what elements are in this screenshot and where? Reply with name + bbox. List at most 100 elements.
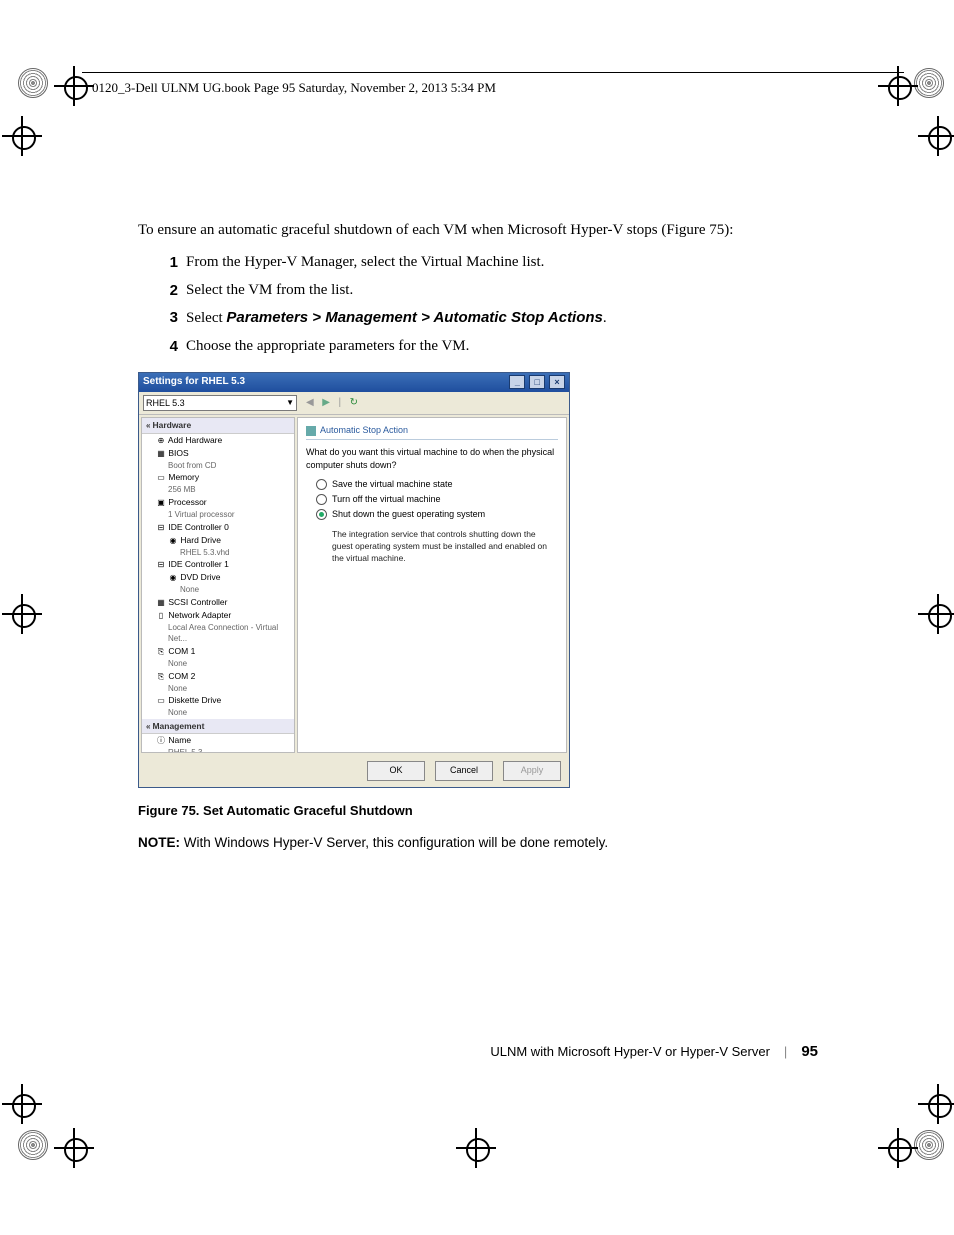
tree-bios[interactable]: ▦ BIOS: [142, 447, 294, 460]
radio-turn-off[interactable]: Turn off the virtual machine: [316, 493, 558, 506]
crop-ornament: [914, 1130, 944, 1160]
tree-com2[interactable]: ⎘ COM 2: [142, 670, 294, 683]
register-mark-icon: [924, 122, 952, 150]
crop-ornament: [914, 68, 944, 98]
ok-button[interactable]: OK: [367, 761, 425, 781]
minimize-icon[interactable]: _: [509, 375, 525, 389]
note-text: With Windows Hyper-V Server, this config…: [180, 835, 608, 850]
settings-tree: «Hardware ⊕ Add Hardware ▦ BIOS Boot fro…: [141, 417, 295, 753]
crop-ornament: [18, 68, 48, 98]
tree-memory-sub: 256 MB: [142, 484, 294, 496]
page-footer: ULNM with Microsoft Hyper-V or Hyper-V S…: [138, 1043, 818, 1060]
register-mark-icon: [60, 1134, 88, 1162]
tree-diskette-sub: None: [142, 707, 294, 719]
chevron-down-icon: ▼: [286, 397, 294, 409]
radio-save-state[interactable]: Save the virtual machine state: [316, 478, 558, 491]
tree-ide1[interactable]: ⊟ IDE Controller 1: [142, 558, 294, 571]
step-text: From the Hyper-V Manager, select the Vir…: [186, 252, 818, 274]
intro-text: To ensure an automatic graceful shutdown…: [138, 220, 818, 242]
step3-suffix: .: [603, 310, 607, 326]
dialog-titlebar: Settings for RHEL 5.3 _ □ ×: [139, 373, 569, 393]
step-1: 1 From the Hyper-V Manager, select the V…: [156, 252, 818, 274]
step-number: 4: [156, 336, 186, 358]
tree-harddrive[interactable]: ◉ Hard Drive: [142, 534, 294, 547]
dialog-button-row: OK Cancel Apply: [139, 755, 569, 787]
tree-com2-sub: None: [142, 683, 294, 695]
step-2: 2 Select the VM from the list.: [156, 280, 818, 302]
step-number: 2: [156, 280, 186, 302]
radio-shutdown-guest[interactable]: Shut down the guest operating system: [316, 508, 558, 521]
nav-forward-icon[interactable]: ▶: [322, 397, 330, 408]
refresh-icon[interactable]: ↻: [350, 397, 358, 408]
step-text: Select Parameters > Management > Automat…: [186, 307, 818, 330]
radio-label: Shut down the guest operating system: [332, 508, 485, 521]
note-label: NOTE:: [138, 835, 180, 850]
prompt-text: What do you want this virtual machine to…: [306, 446, 558, 472]
register-mark-icon: [462, 1134, 490, 1162]
stop-action-icon: [306, 426, 316, 436]
page-number: 95: [801, 1043, 818, 1060]
tree-network[interactable]: ▯ Network Adapter: [142, 609, 294, 622]
radio-label: Turn off the virtual machine: [332, 493, 441, 506]
tree-ide0[interactable]: ⊟ IDE Controller 0: [142, 521, 294, 534]
register-mark-icon: [884, 72, 912, 100]
tree-diskette[interactable]: ▭ Diskette Drive: [142, 694, 294, 707]
register-mark-icon: [60, 72, 88, 100]
header-rule: [82, 72, 904, 73]
tree-name[interactable]: ⓘ Name: [142, 734, 294, 747]
radio-icon: [316, 509, 327, 520]
radio-label: Save the virtual machine state: [332, 478, 453, 491]
tree-dvd-sub: None: [142, 584, 294, 596]
tree-name-sub: RHEL 5.3: [142, 747, 294, 753]
step-4: 4 Choose the appropriate parameters for …: [156, 336, 818, 358]
crop-ornament: [18, 1130, 48, 1160]
register-mark-icon: [924, 1090, 952, 1118]
hardware-section-header: «Hardware: [142, 418, 294, 434]
step3-prefix: Select: [186, 310, 226, 326]
register-mark-icon: [8, 1090, 36, 1118]
tree-dvd[interactable]: ◉ DVD Drive: [142, 571, 294, 584]
step-number: 3: [156, 307, 186, 330]
settings-detail-pane: Automatic Stop Action What do you want t…: [297, 417, 567, 753]
management-section-header: «Management: [142, 719, 294, 735]
dialog-toolbar: RHEL 5.3 ▼ ◀ ▶ | ↻: [139, 392, 569, 414]
step-text: Select the VM from the list.: [186, 280, 818, 302]
hint-text: The integration service that controls sh…: [332, 528, 552, 565]
settings-dialog: Settings for RHEL 5.3 _ □ × RHEL 5.3 ▼ ◀…: [138, 372, 570, 789]
step-text: Choose the appropriate parameters for th…: [186, 336, 818, 358]
nav-back-icon[interactable]: ◀: [306, 397, 314, 408]
running-head: 0120_3-Dell ULNM UG.book Page 95 Saturda…: [92, 80, 496, 96]
dialog-title: Settings for RHEL 5.3: [143, 375, 245, 390]
apply-button[interactable]: Apply: [503, 761, 561, 781]
tree-scsi[interactable]: ▦ SCSI Controller: [142, 596, 294, 609]
tree-memory[interactable]: ▭ Memory: [142, 471, 294, 484]
tree-com1[interactable]: ⎘ COM 1: [142, 645, 294, 658]
step3-menupath: Parameters > Management > Automatic Stop…: [226, 309, 603, 326]
footer-section: ULNM with Microsoft Hyper-V or Hyper-V S…: [490, 1044, 770, 1059]
tree-bios-sub: Boot from CD: [142, 460, 294, 472]
register-mark-icon: [884, 1134, 912, 1162]
step-number: 1: [156, 252, 186, 274]
dropdown-value: RHEL 5.3: [146, 397, 185, 410]
group-title: Automatic Stop Action: [306, 424, 558, 440]
radio-icon: [316, 494, 327, 505]
cancel-button[interactable]: Cancel: [435, 761, 493, 781]
register-mark-icon: [8, 122, 36, 150]
tree-com1-sub: None: [142, 658, 294, 670]
step-3: 3 Select Parameters > Management > Autom…: [156, 307, 818, 330]
tree-processor[interactable]: ▣ Processor: [142, 496, 294, 509]
tree-network-sub: Local Area Connection - Virtual Net...: [142, 622, 294, 645]
close-icon[interactable]: ×: [549, 375, 565, 389]
tree-processor-sub: 1 Virtual processor: [142, 509, 294, 521]
figure-caption: Figure 75. Set Automatic Graceful Shutdo…: [138, 802, 818, 821]
tree-harddrive-sub: RHEL 5.3.vhd: [142, 547, 294, 559]
note-line: NOTE: With Windows Hyper-V Server, this …: [138, 833, 818, 853]
figure-75: Settings for RHEL 5.3 _ □ × RHEL 5.3 ▼ ◀…: [138, 372, 818, 853]
register-mark-icon: [8, 600, 36, 628]
nav-sep: |: [338, 397, 341, 408]
vm-selector-dropdown[interactable]: RHEL 5.3 ▼: [143, 395, 297, 411]
footer-separator: |: [784, 1044, 787, 1059]
radio-icon: [316, 479, 327, 490]
maximize-icon[interactable]: □: [529, 375, 545, 389]
tree-add-hardware[interactable]: ⊕ Add Hardware: [142, 434, 294, 447]
